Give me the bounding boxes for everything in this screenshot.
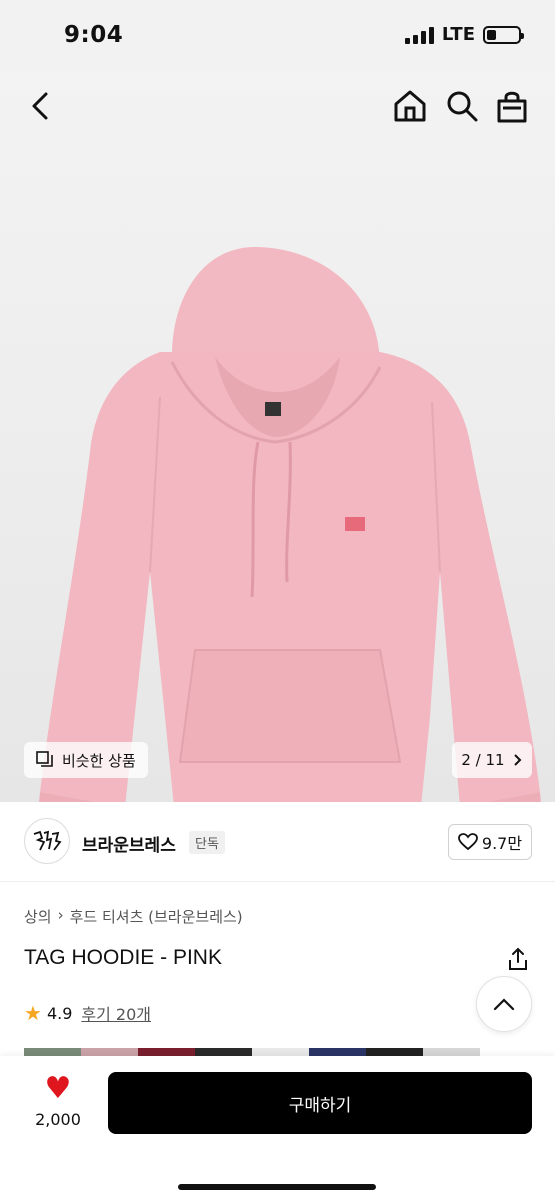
similar-products-button[interactable]: 비슷한 상품 — [24, 742, 148, 778]
wish-button[interactable]: ♥ 2,000 — [30, 1071, 86, 1130]
bottom-purchase-bar: ♥ 2,000 구매하기 — [0, 1056, 555, 1200]
breadcrumb: 상의 › 후드 티셔츠 (브라운브레스) — [24, 906, 243, 927]
breadcrumb-subcategory[interactable]: 후드 티셔츠 (브라운브레스) — [70, 906, 243, 927]
product-gallery[interactable]: 비슷한 상품 2 / 11 — [0, 72, 555, 802]
product-title: TAG HOODIE - PINK — [24, 946, 222, 969]
status-time: 9:04 — [64, 22, 124, 48]
heart-outline-icon — [458, 833, 478, 851]
color-swatches — [24, 1048, 480, 1056]
search-button[interactable] — [442, 86, 482, 126]
back-button[interactable] — [22, 86, 62, 126]
chevron-right-icon — [513, 754, 522, 766]
chevron-up-icon — [493, 998, 515, 1011]
color-swatch[interactable] — [366, 1048, 423, 1056]
search-icon — [447, 91, 478, 122]
brand-name[interactable]: 브라운브레스 — [82, 831, 176, 856]
status-bar: 9:04 LTE — [0, 0, 555, 72]
battery-icon — [483, 25, 524, 44]
rating-value: 4.9 — [46, 1003, 73, 1023]
signal-icon — [404, 26, 434, 44]
similar-items-icon — [36, 751, 53, 767]
gallery-page-indicator[interactable]: 2 / 11 — [452, 742, 532, 778]
shopping-bag-icon — [497, 91, 527, 123]
color-swatch[interactable] — [423, 1048, 480, 1056]
color-swatch[interactable] — [195, 1048, 252, 1056]
brand-logo[interactable] — [24, 818, 70, 864]
product-image — [39, 247, 541, 802]
color-swatch[interactable] — [24, 1048, 81, 1056]
status-indicators: LTE — [404, 24, 524, 45]
cart-button[interactable] — [492, 86, 532, 126]
color-swatch[interactable] — [309, 1048, 366, 1056]
breadcrumb-separator-icon: › — [57, 906, 64, 924]
similar-products-label: 비슷한 상품 — [62, 751, 136, 770]
rating-row: ★ 4.9 후기 20개 — [24, 1001, 151, 1025]
color-swatch[interactable] — [138, 1048, 195, 1056]
star-icon: ★ — [24, 1001, 42, 1025]
brand-like-button[interactable]: 9.7만 — [448, 824, 532, 860]
brand-like-count: 9.7만 — [481, 834, 523, 853]
share-button[interactable] — [505, 946, 531, 972]
page-indicator-text: 2 / 11 — [461, 751, 505, 769]
network-label: LTE — [441, 24, 475, 45]
chevron-left-icon — [32, 92, 48, 120]
heart-filled-icon: ♥ — [44, 1071, 72, 1106]
home-icon — [394, 90, 426, 122]
brand-row: 브라운브레스 단독 9.7만 — [0, 802, 555, 882]
home-button[interactable] — [390, 86, 430, 126]
share-icon — [509, 947, 527, 970]
buy-button[interactable]: 구매하기 — [108, 1072, 532, 1134]
home-indicator — [178, 1184, 376, 1190]
breadcrumb-category[interactable]: 상의 — [24, 906, 52, 927]
exclusive-badge: 단독 — [189, 831, 225, 854]
scroll-top-button[interactable] — [476, 976, 532, 1032]
color-swatch[interactable] — [81, 1048, 138, 1056]
wish-count: 2,000 — [35, 1110, 81, 1129]
review-count-link[interactable]: 후기 20개 — [81, 1001, 151, 1025]
color-swatch[interactable] — [252, 1048, 309, 1056]
